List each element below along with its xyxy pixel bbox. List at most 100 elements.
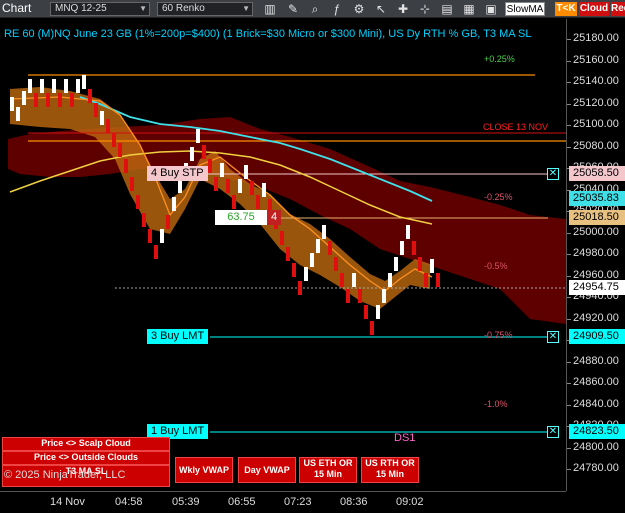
ma-price-tag: 25035.83: [569, 191, 625, 206]
indicators-icon[interactable]: ƒ: [329, 1, 345, 17]
up-brick: [16, 107, 20, 121]
up-brick: [190, 147, 194, 161]
price-tick-label: 25080.00: [567, 139, 619, 152]
down-brick: [280, 231, 284, 245]
pointer-icon[interactable]: ↖: [373, 1, 389, 17]
down-brick: [298, 281, 302, 295]
scalp-cloud-button[interactable]: Price <> Scalp Cloud: [2, 437, 170, 451]
down-brick: [424, 273, 428, 287]
price-tick-label: 25100.00: [567, 118, 619, 130]
up-brick: [52, 79, 56, 93]
up-brick: [400, 241, 404, 255]
day-vwap-button[interactable]: Day VWAP: [238, 457, 296, 483]
templates-icon[interactable]: ▦: [461, 1, 477, 17]
price-chart[interactable]: RE 60 (M)NQ June 23 GB (1%=200p=$400) (1…: [0, 19, 566, 491]
up-brick: [10, 97, 14, 111]
close-13-nov-label: CLOSE 13 NOV: [483, 122, 549, 132]
price-tick-label: 25140.00: [567, 75, 619, 87]
down-brick: [166, 215, 170, 229]
chevron-down-icon: ▼: [242, 4, 250, 13]
up-brick: [430, 259, 434, 273]
us-rth-or-button[interactable]: US RTH OR 15 Min: [361, 457, 419, 483]
properties-icon[interactable]: ▣: [483, 1, 499, 17]
ds-label: DS1: [394, 432, 416, 444]
up-brick: [100, 111, 104, 125]
up-brick: [196, 129, 200, 143]
strategies-icon[interactable]: ⚙: [351, 1, 367, 17]
down-brick: [418, 257, 422, 271]
down-brick: [346, 289, 350, 303]
time-label: 06:55: [228, 496, 256, 508]
chevron-down-icon: ▼: [139, 4, 147, 13]
down-brick: [214, 177, 218, 191]
down-brick: [412, 241, 416, 255]
chart-toolbar: Chart MNQ 12-25 ▼ 60 Renko ▼ ▥ ✎ ⌕ ƒ ⚙ ↖…: [0, 0, 625, 18]
up-brick: [238, 179, 242, 193]
price-tick-label: 24960.00: [567, 268, 619, 281]
down-brick: [58, 93, 62, 107]
price-tick-label: 24860.00: [567, 376, 619, 388]
time-label: 09:02: [396, 496, 424, 508]
pct-label-minus-075: -0.75%: [484, 330, 513, 340]
cloud-toggle[interactable]: Cloud: [579, 2, 609, 16]
up-brick: [28, 79, 32, 93]
pct-label-minus-05: -0.5%: [484, 261, 508, 271]
wkly-vwap-button[interactable]: Wkly VWAP: [175, 457, 233, 483]
cursor-icon[interactable]: ⊹: [417, 1, 433, 17]
down-brick: [436, 273, 440, 287]
up-brick: [310, 253, 314, 267]
period-selector[interactable]: 60 Renko ▼: [157, 2, 253, 16]
position-pnl-label[interactable]: 63.75: [215, 210, 267, 225]
buy-stp-order-label[interactable]: 4 Buy STP: [147, 166, 208, 181]
up-brick: [244, 165, 248, 179]
draw-tools-icon[interactable]: ✎: [285, 1, 301, 17]
toc-toggle[interactable]: T<K: [555, 2, 577, 16]
indicator-toggle[interactable]: SlowMA: [505, 2, 545, 16]
avg-price-tag: 25018.50: [569, 210, 625, 225]
up-brick: [40, 79, 44, 93]
down-brick: [292, 263, 296, 277]
last-price-tag: 24954.75: [569, 280, 625, 295]
down-brick: [328, 241, 332, 255]
price-tick-label: 24880.00: [567, 354, 619, 367]
down-brick: [148, 229, 152, 243]
up-brick: [22, 91, 26, 105]
down-brick: [208, 159, 212, 173]
down-brick: [286, 247, 290, 261]
copyright-text: © 2025 NinjaTrader, LLC: [4, 469, 126, 481]
bar-type-icon[interactable]: ▥: [262, 1, 278, 17]
instrument-selector[interactable]: MNQ 12-25 ▼: [50, 2, 150, 16]
buy-lmt-3-order-label[interactable]: 3 Buy LMT: [147, 329, 209, 344]
down-brick: [154, 245, 158, 259]
price-tick-label: 25120.00: [567, 96, 619, 109]
up-brick: [160, 229, 164, 243]
up-brick: [352, 273, 356, 287]
buy-stp-price-tag: 25058.50: [569, 166, 625, 181]
cancel-buy-lmt-3-icon[interactable]: ✕: [547, 331, 559, 343]
time-axis[interactable]: 14 Nov 04:58 05:39 06:55 07:23 08:36 09:…: [0, 491, 566, 513]
up-brick: [262, 183, 266, 197]
crosshair-icon[interactable]: ✚: [395, 1, 411, 17]
us-eth-or-button[interactable]: US ETH OR 15 Min: [299, 457, 357, 483]
down-brick: [136, 195, 140, 209]
up-brick: [82, 75, 86, 89]
price-tick-label: 24980.00: [567, 247, 619, 259]
time-label: 07:23: [284, 496, 312, 508]
up-brick: [76, 79, 80, 93]
price-tick-label: 25160.00: [567, 53, 619, 66]
cancel-buy-stp-icon[interactable]: ✕: [547, 168, 559, 180]
down-brick: [334, 257, 338, 271]
cancel-buy-lmt-1-icon[interactable]: ✕: [547, 426, 559, 438]
down-brick: [118, 143, 122, 157]
position-qty-label[interactable]: 4: [267, 210, 282, 225]
chart-trader-icon[interactable]: ▤: [439, 1, 455, 17]
price-axis[interactable]: 25180.00 25160.00 25140.00 25120.00 25100.00…: [566, 19, 625, 491]
chart-title: RE 60 (M)NQ June 23 GB (1%=200p=$400) (1…: [4, 28, 532, 40]
down-brick: [364, 305, 368, 319]
down-brick: [250, 181, 254, 195]
price-tick-label: 24920.00: [567, 311, 619, 324]
up-brick: [172, 197, 176, 211]
red-toggle[interactable]: Red: [611, 2, 625, 16]
zoom-icon[interactable]: ⌕: [307, 1, 323, 17]
outside-clouds-button[interactable]: Price <> Outside Clouds: [2, 451, 170, 465]
